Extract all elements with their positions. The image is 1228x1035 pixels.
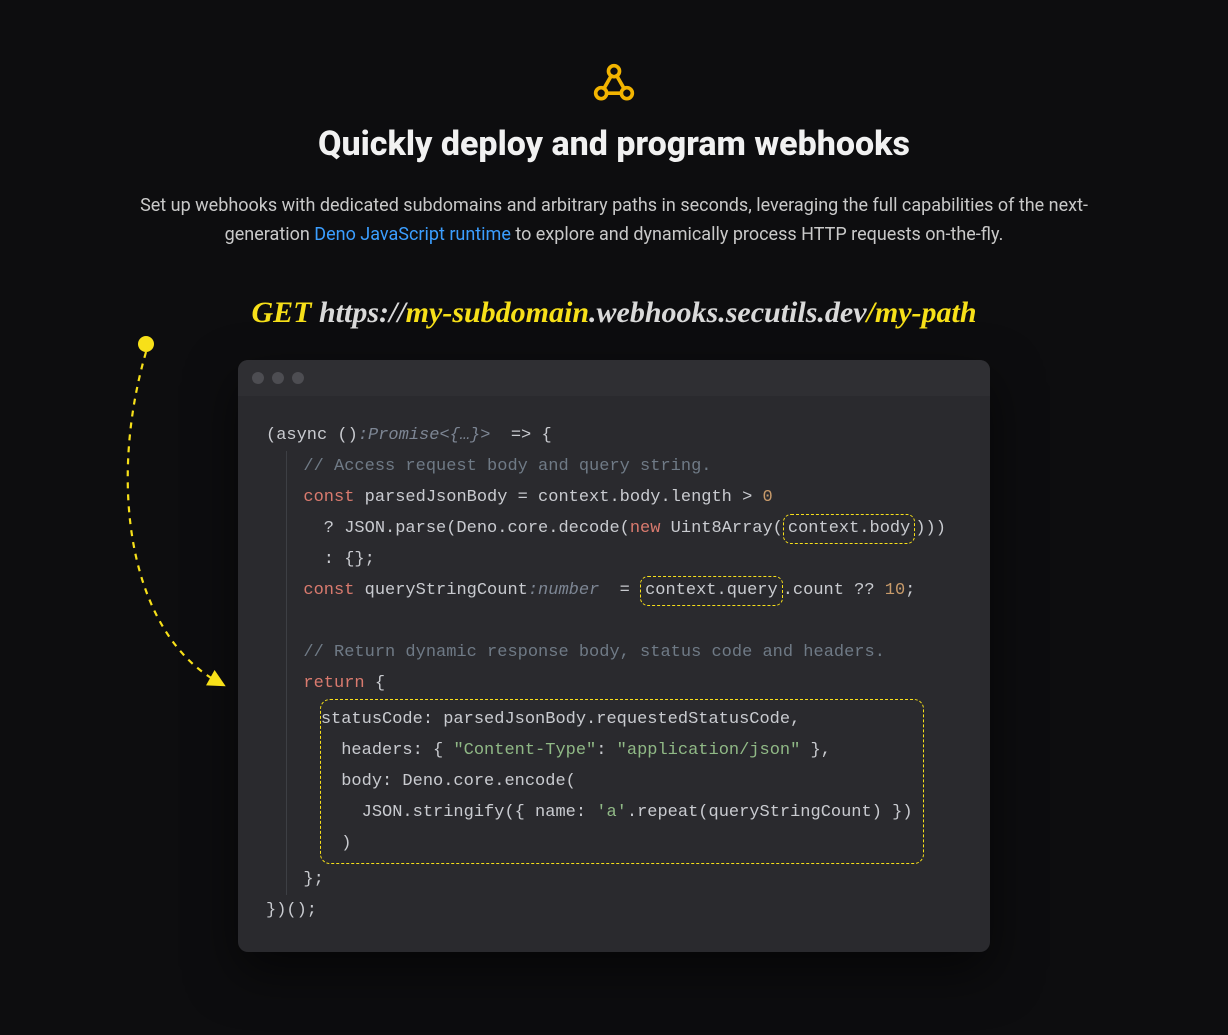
code-text: queryStringCount: [354, 581, 527, 600]
highlight-return-block: statusCode: parsedJsonBody.requestedStat…: [320, 699, 924, 864]
code-text: =: [599, 581, 640, 600]
code-text: : {};: [303, 550, 374, 569]
window-dot: [272, 372, 284, 384]
code-text: body: Deno.core.encode(: [341, 772, 576, 791]
code-number: 10: [885, 581, 905, 600]
code-text: ))): [915, 519, 946, 538]
code-number: 0: [763, 488, 773, 507]
http-method: GET: [251, 296, 311, 329]
code-window: (async ():Promise<{…}> => { // Access re…: [238, 360, 990, 952]
highlight-context-query: context.query: [640, 576, 783, 606]
url-subdomain: my-subdomain: [406, 296, 589, 329]
code-text: };: [303, 870, 323, 889]
window-titlebar: [238, 360, 990, 396]
code-block: (async ():Promise<{…}> => { // Access re…: [238, 396, 990, 952]
code-type: :number: [528, 581, 599, 600]
code-text: => {: [490, 426, 551, 445]
window-dot: [252, 372, 264, 384]
code-text: ? JSON.parse(Deno.core.decode(: [303, 519, 629, 538]
code-comment: // Access request body and query string.: [303, 457, 711, 476]
code-comment: // Return dynamic response body, status …: [303, 643, 885, 662]
code-keyword: const: [303, 581, 354, 600]
code-text: })();: [266, 901, 317, 920]
code-text: parsedJsonBody = context.body.length >: [354, 488, 762, 507]
example-url: GET https://my-subdomain.webhooks.secuti…: [251, 296, 976, 330]
code-text: ;: [905, 581, 915, 600]
code-string: "Content-Type": [453, 741, 596, 760]
code-text: Uint8Array(: [660, 519, 782, 538]
code-string: 'a': [596, 803, 627, 822]
code-text: statusCode: parsedJsonBody.requestedStat…: [321, 710, 800, 729]
code-keyword: const: [303, 488, 354, 507]
code-keyword: return: [303, 674, 364, 693]
code-text: JSON.stringify({ name:: [341, 803, 596, 822]
subtitle-text-post: to explore and dynamically process HTTP …: [511, 224, 1003, 245]
window-dot: [292, 372, 304, 384]
code-text: headers: {: [341, 741, 453, 760]
code-text: {: [365, 674, 385, 693]
url-scheme: https://: [319, 296, 406, 329]
url-host: .webhooks.secutils.dev: [589, 296, 867, 329]
code-string: "application/json": [617, 741, 801, 760]
webhook-icon: [592, 62, 636, 106]
code-text: (async (): [266, 426, 358, 445]
page-title: Quickly deploy and program webhooks: [318, 124, 910, 164]
code-text: .repeat(queryStringCount) }): [627, 803, 913, 822]
code-text: ): [341, 834, 351, 853]
url-path: /my-path: [867, 296, 977, 329]
code-text: :: [596, 741, 616, 760]
code-text: },: [800, 741, 831, 760]
highlight-context-body: context.body: [783, 514, 915, 544]
page-subtitle: Set up webhooks with dedicated subdomain…: [74, 192, 1154, 250]
code-text: .count ??: [783, 581, 885, 600]
code-keyword: new: [630, 519, 661, 538]
deno-link[interactable]: Deno JavaScript runtime: [314, 224, 511, 245]
code-type: :Promise<{…}>: [358, 426, 491, 445]
